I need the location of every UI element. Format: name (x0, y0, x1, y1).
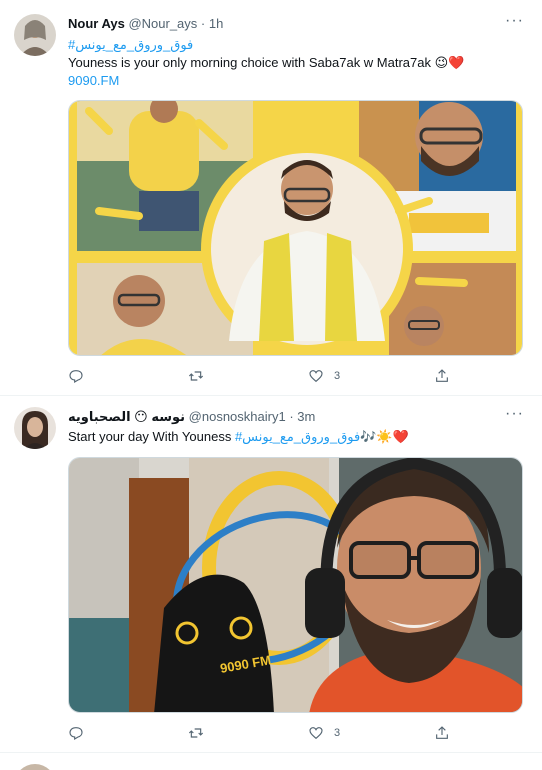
avatar[interactable] (14, 764, 56, 770)
display-name[interactable]: Nour Ays (68, 16, 125, 31)
tweet-actions: 3 (68, 368, 468, 388)
reply-button[interactable] (68, 725, 94, 741)
tweet-text-plain: Start your day With Youness (68, 429, 235, 444)
share-button[interactable] (434, 368, 450, 384)
tweet-hashtag[interactable]: #فوق_وروق_مع_يونس (68, 36, 522, 54)
reply-icon (69, 727, 83, 741)
tweet-image[interactable] (68, 100, 523, 356)
like-icon (309, 727, 323, 740)
share-icon (436, 369, 448, 382)
retweet-icon (188, 728, 204, 738)
separator-dot: · (200, 16, 206, 31)
tweet-actions: 3 (68, 725, 468, 745)
reply-icon (69, 370, 83, 384)
tweet-text: Youness is your only morning choice with… (68, 55, 465, 70)
tweet-link[interactable]: 9090.FM (68, 72, 522, 90)
retweet-button[interactable] (188, 368, 214, 384)
share-icon (436, 726, 448, 739)
tweet-header: نوسه 😶 الصحباويه @nosnoskhairy1 · 3m (68, 409, 502, 425)
more-icon[interactable]: ··· (505, 12, 524, 30)
tweet-header: Nour Ays @Nour_ays · 1h (68, 16, 502, 32)
like-count: 3 (334, 727, 341, 739)
avatar[interactable] (14, 14, 56, 56)
timestamp[interactable]: 1h (209, 16, 223, 31)
reply-button[interactable] (68, 368, 94, 384)
user-handle[interactable]: @Nour_ays (128, 16, 197, 31)
share-button[interactable] (434, 725, 450, 741)
tweet-2[interactable]: نوسه 😶 الصحباويه @nosnoskhairy1 · 3m ···… (0, 397, 542, 753)
retweet-button[interactable] (188, 725, 214, 741)
tweet-image[interactable]: 9090 FM (68, 457, 523, 713)
like-icon (309, 370, 323, 383)
tweet-3-partial[interactable] (0, 754, 542, 770)
avatar[interactable] (14, 407, 56, 449)
tweet-text: Start your day With Youness #فوق_وروق_مع… (68, 428, 522, 446)
tweet-1[interactable]: Nour Ays @Nour_ays · 1h ··· #فوق_وروق_مع… (0, 0, 542, 396)
like-count: 3 (334, 370, 341, 382)
user-handle[interactable]: @nosnoskhairy1 (189, 409, 286, 424)
more-icon[interactable]: ··· (505, 405, 524, 423)
separator-dot: · (289, 409, 294, 424)
tweet-emojis: 🎶☀️❤️ (360, 429, 409, 444)
timestamp[interactable]: 3m (297, 409, 315, 424)
retweet-icon (188, 371, 204, 381)
display-name[interactable]: نوسه 😶 الصحباويه (68, 409, 185, 424)
tweet-hashtag[interactable]: #فوق_وروق_مع_يونس (235, 429, 360, 444)
like-button[interactable]: 3 (308, 725, 340, 741)
like-button[interactable]: 3 (308, 368, 340, 384)
